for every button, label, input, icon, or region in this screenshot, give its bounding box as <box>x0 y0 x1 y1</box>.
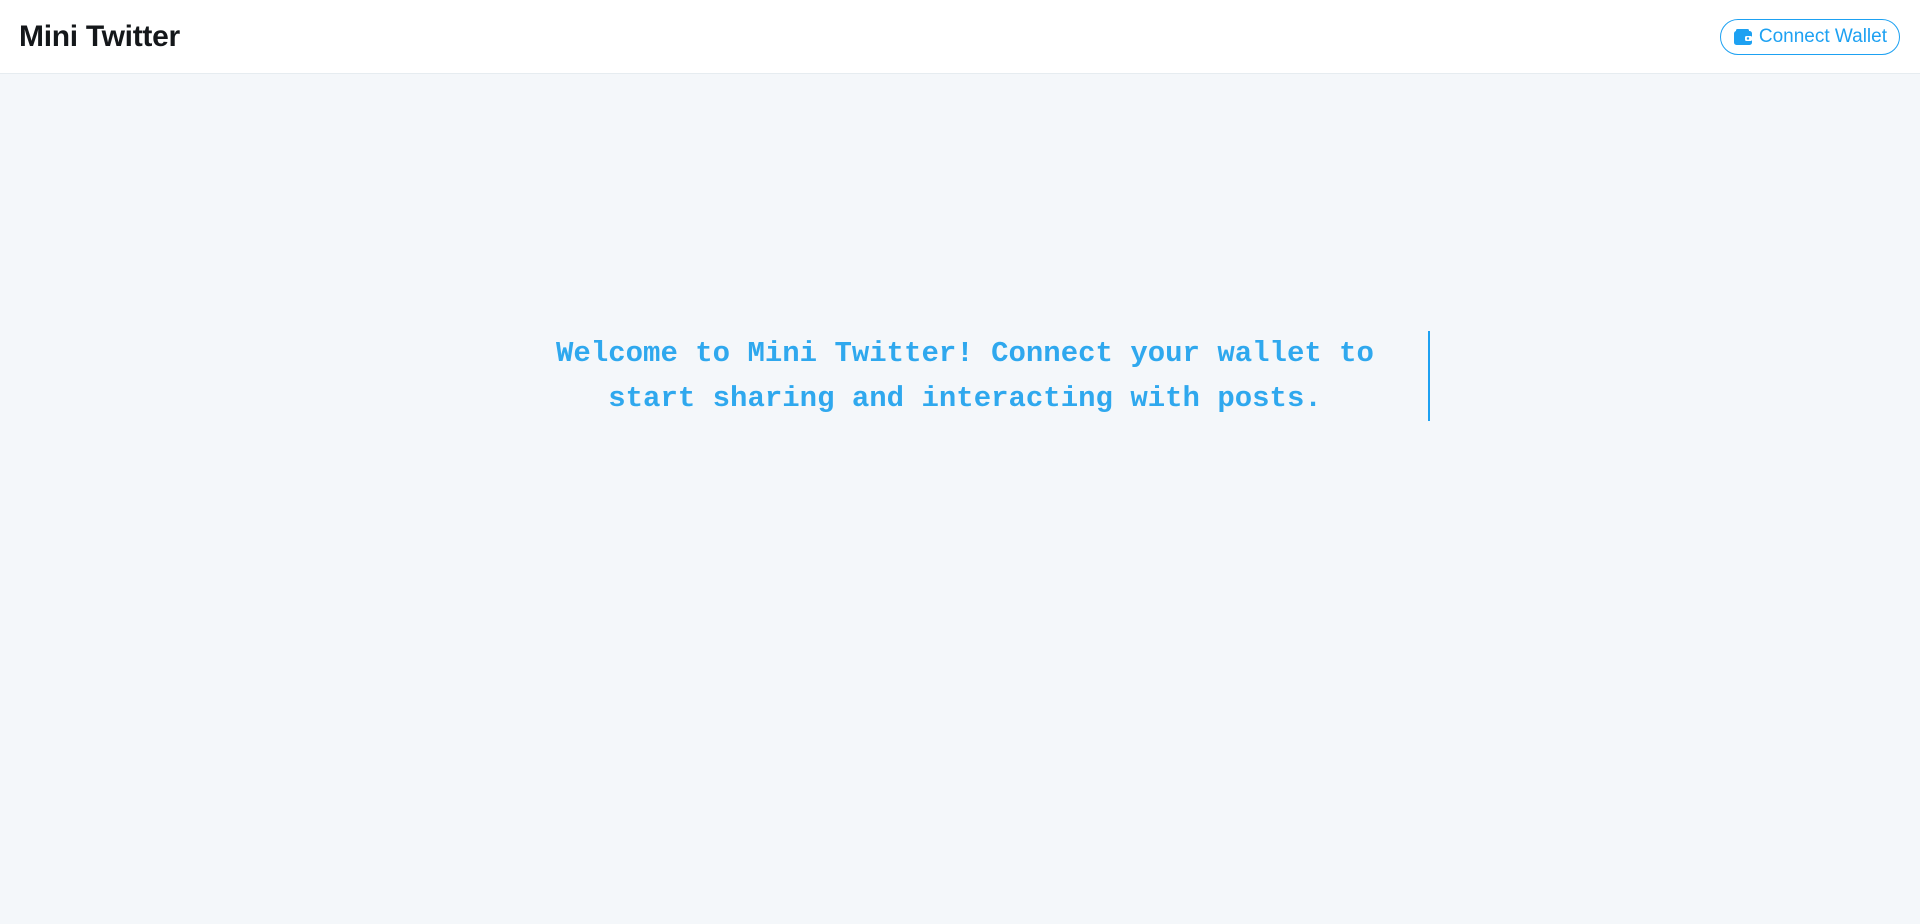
top-navbar: Mini Twitter Connect Wallet <box>0 0 1920 74</box>
app-title: Mini Twitter <box>19 19 180 53</box>
wallet-icon <box>1733 28 1753 46</box>
main-content: Welcome to Mini Twitter! Connect your wa… <box>0 75 1920 924</box>
connect-wallet-label: Connect Wallet <box>1758 25 1887 47</box>
connect-wallet-button[interactable]: Connect Wallet <box>1719 18 1900 55</box>
welcome-banner: Welcome to Mini Twitter! Connect your wa… <box>520 331 1430 421</box>
welcome-message: Welcome to Mini Twitter! Connect your wa… <box>556 337 1374 415</box>
